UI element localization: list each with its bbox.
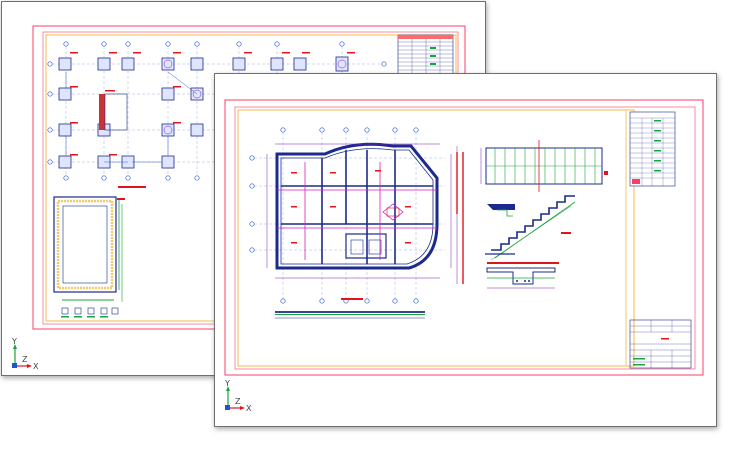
ucs-z-label: Z xyxy=(235,397,241,406)
plan-labels xyxy=(291,170,411,300)
stair-plan xyxy=(480,140,608,192)
ucs-x-label: X xyxy=(33,362,39,371)
beam-lines xyxy=(277,162,437,260)
ucs-y-label: Y xyxy=(11,337,17,346)
floor-plan-walls xyxy=(275,142,439,270)
ucs-z-label: Z xyxy=(22,355,28,364)
section-cut-lines xyxy=(456,152,464,284)
dimension-lines xyxy=(266,143,458,284)
plan-grid-lines xyxy=(254,132,445,299)
drawing-sheet-floor-plan[interactable]: Y Z X xyxy=(214,73,717,427)
ucs-x-label: X xyxy=(246,404,252,413)
schedule-table xyxy=(629,111,676,187)
ucs-y-label: Y xyxy=(224,379,230,388)
title-block xyxy=(629,319,692,369)
beam-section xyxy=(486,262,559,289)
stair-marker xyxy=(382,203,404,221)
stair-section xyxy=(485,195,576,261)
ucs-axis-icon: Y Z X xyxy=(11,337,39,371)
floor-plan-drawing: Y Z X xyxy=(224,99,704,413)
wall-section-detail xyxy=(53,196,125,318)
tie-lines xyxy=(65,71,198,163)
rebar-schedule-table xyxy=(397,34,454,76)
grade-beam xyxy=(99,93,128,131)
wall-elevation-strip xyxy=(275,311,425,319)
plan-grid-bubbles xyxy=(249,127,419,304)
ucs-axis-icon: Y Z X xyxy=(224,379,252,413)
